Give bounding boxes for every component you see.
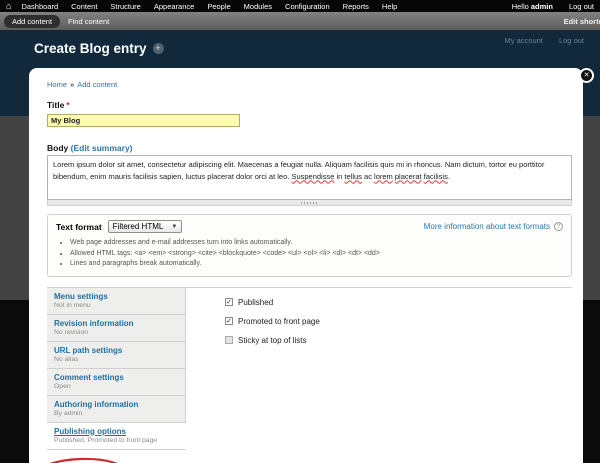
account-links: My account Log out [491, 36, 584, 45]
checkbox-row-published[interactable]: Published [225, 298, 572, 307]
vertical-tab-menu-settings[interactable]: Menu settings Not in menu [47, 288, 185, 315]
vertical-tab-summary: No revision [54, 328, 88, 336]
overlay-modal: Home»Add content Title* Body (Edit summa… [29, 68, 594, 463]
close-icon[interactable] [579, 68, 594, 83]
body-text-segment: facilisis [423, 171, 448, 181]
vertical-tab-summary: Open [54, 382, 71, 390]
title-input[interactable] [47, 114, 240, 127]
format-tips-list: Web page addresses and e-mail addresses … [56, 238, 563, 270]
vertical-tab-url-path-settings[interactable]: URL path settings No alias [47, 342, 185, 369]
body-text-segment: tellus [344, 171, 362, 181]
title-field-label: Title * [47, 100, 571, 110]
body-label-text: Body [47, 143, 69, 153]
page-title: Create Blog entry [34, 41, 164, 56]
breadcrumb: Home» Add content [47, 80, 571, 89]
checked-checkbox-icon[interactable] [225, 317, 233, 325]
checkbox-row-promoted-to-front-page[interactable]: Promoted to front page [225, 317, 572, 326]
vertical-tab-revision-information[interactable]: Revision information No revision [47, 315, 185, 342]
vertical-tab-title[interactable]: URL path settings [54, 346, 178, 355]
modal-content: Home»Add content Title* Body (Edit summa… [29, 68, 583, 463]
toolbar-item-configuration[interactable]: Configuration [285, 2, 330, 11]
home-icon[interactable] [6, 2, 11, 11]
chevron-down-icon [171, 224, 177, 230]
breadcrumb-separator: » [70, 80, 75, 89]
edit-summary-link[interactable]: (Edit summary) [71, 143, 133, 153]
greeting-prefix: Hello [511, 1, 529, 11]
shortcut-find-content[interactable]: Find content [60, 15, 117, 28]
vertical-tab-title[interactable]: Publishing options [54, 427, 178, 436]
checkbox-label: Published [238, 297, 274, 307]
vertical-tabs: Menu settings Not in menu Revision informa… [47, 286, 572, 450]
screen: Dashboard Content Structure Appearance Peopl… [0, 0, 600, 463]
vertical-tab-summary: No alias [54, 355, 79, 363]
page-title-text: Create Blog entry [34, 41, 147, 56]
vertical-tab-title[interactable]: Comment settings [54, 373, 178, 382]
toolbar-item-structure[interactable]: Structure [110, 2, 140, 11]
breadcrumb-home-link[interactable]: Home [47, 80, 67, 89]
text-format-label: Text format [56, 221, 102, 232]
toolbar-logout-link[interactable]: Log out [569, 2, 594, 11]
toolbar-item-dashboard[interactable]: Dashboard [21, 2, 58, 11]
vertical-tab-summary: By admin [54, 409, 83, 417]
vertical-tab-summary: Not in menu [54, 301, 91, 309]
shortcut-items: Add content Find content [4, 14, 117, 28]
vertical-tab-title[interactable]: Revision information [54, 319, 178, 328]
text-format-select[interactable]: Filtered HTML [107, 220, 183, 233]
more-info-wrap: More information about text formats [424, 222, 563, 231]
help-icon[interactable] [554, 222, 563, 231]
checked-checkbox-icon[interactable] [225, 298, 233, 306]
checkbox-label: Promoted to front page [238, 316, 320, 326]
toolbar-item-modules[interactable]: Modules [244, 2, 272, 11]
header-logout-link[interactable]: Log out [559, 36, 584, 45]
body-text-segment: Suspendisse [291, 171, 335, 181]
grippie-icon [300, 201, 319, 204]
body-text-segment: in [334, 171, 345, 181]
edit-shortcuts-link[interactable]: Edit shortcuts [564, 17, 600, 26]
checkbox-label: Sticky at top of lists [238, 335, 307, 345]
shortcut-add-content[interactable]: Add content [4, 14, 61, 28]
title-label-text: Title [47, 100, 65, 110]
admin-toolbar: Dashboard Content Structure Appearance Peopl… [0, 0, 600, 12]
toolbar-username[interactable]: admin [531, 2, 553, 11]
textarea-resize-grippie[interactable] [47, 200, 572, 206]
breadcrumb-add-content-link[interactable]: Add content [77, 80, 117, 89]
checkbox-row-sticky-at-top-of-lists[interactable]: Sticky at top of lists [225, 336, 572, 345]
body-textarea[interactable]: Lorem ipsum dolor sit amet, consectetur … [47, 155, 572, 200]
unchecked-checkbox-icon[interactable] [225, 336, 233, 344]
publishing-options-pane: Published Promoted to front page Sticky at… [186, 288, 572, 450]
text-format-fieldset: Text format Filtered HTML More informati… [47, 214, 572, 277]
add-shortcut-icon[interactable] [152, 43, 164, 54]
body-text-segment: . [447, 171, 450, 181]
vertical-tab-authoring-information[interactable]: Authoring information By admin [47, 396, 185, 423]
my-account-link[interactable]: My account [505, 36, 543, 45]
format-tip: Allowed HTML tags: <a> <em> <strong> <ci… [70, 249, 563, 260]
more-info-link[interactable]: More information about text formats [424, 222, 550, 231]
format-tip: Web page addresses and e-mail addresses … [70, 238, 563, 249]
body-text-segment: ac [361, 171, 375, 181]
save-highlight-annotation [35, 457, 127, 463]
toolbar-item-reports[interactable]: Reports [343, 2, 369, 11]
shortcut-bar: Add contentFind content Edit shortcuts [0, 12, 600, 30]
text-format-row: Text format Filtered HTML More informati… [56, 220, 563, 233]
toolbar-right: Hello admin Log out [512, 2, 594, 11]
toolbar-item-content[interactable]: Content [71, 2, 97, 11]
required-marker: * [66, 100, 70, 110]
vertical-tab-title[interactable]: Authoring information [54, 400, 178, 409]
vertical-tab-summary: Published, Promoted to front page [54, 436, 158, 444]
vertical-tab-publishing-options[interactable]: Publishing options Published, Promoted to… [47, 422, 186, 450]
toolbar-item-help[interactable]: Help [382, 2, 397, 11]
toolbar-item-people[interactable]: People [207, 2, 230, 11]
format-tip: Lines and paragraphs break automatically… [70, 259, 563, 270]
body-text-segment: placerat [394, 171, 422, 181]
body-field-label: Body (Edit summary) [47, 143, 571, 153]
toolbar-greeting: Hello admin [512, 2, 553, 11]
body-text-segment: lorem [374, 171, 393, 181]
vertical-tabs-column: Menu settings Not in menu Revision informa… [47, 287, 186, 450]
vertical-tab-comment-settings[interactable]: Comment settings Open [47, 369, 185, 396]
vertical-tab-title[interactable]: Menu settings [54, 292, 178, 301]
admin-toolbar-menu: Dashboard Content Structure Appearance Peopl… [21, 2, 410, 11]
text-format-value: Filtered HTML [112, 222, 164, 231]
toolbar-item-appearance[interactable]: Appearance [154, 2, 194, 11]
